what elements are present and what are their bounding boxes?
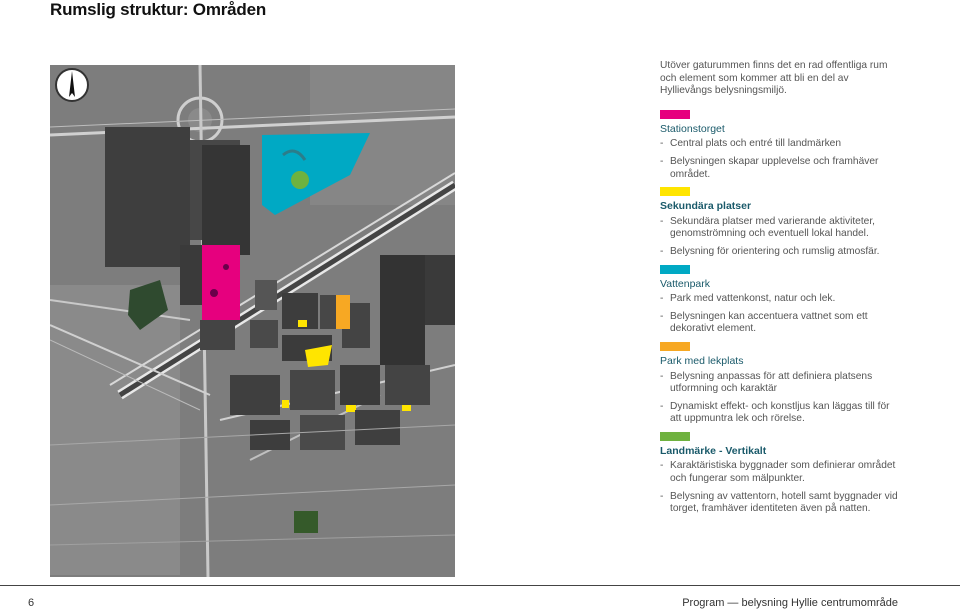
page-number: 6 xyxy=(28,597,35,609)
north-arrow-icon xyxy=(54,67,90,103)
footer-divider xyxy=(0,585,960,586)
legend-swatch xyxy=(660,109,690,119)
legend-item-text: Central plats och entré till landmärken xyxy=(670,138,842,150)
legend-item: - Belysningen skapar upplevelse och framh… xyxy=(660,156,900,181)
bullet-dash: - xyxy=(660,293,664,305)
legend-section-title: Park med lekplats xyxy=(660,354,744,367)
page-title: Rumslig struktur: Områden xyxy=(50,0,267,19)
legend-section: Stationstorget - Central plats och entré t… xyxy=(660,109,900,181)
bullet-dash: - xyxy=(660,370,664,382)
legend-item: - Central plats och entré till landmärken xyxy=(660,138,900,151)
legend-item-text: Park med vattenkonst, natur och lek. xyxy=(670,293,836,305)
legend-section: Vattenpark - Park med vattenkonst, natur o… xyxy=(660,264,900,336)
legend-item: - Belysningen kan accentuera vattnet som … xyxy=(660,311,900,336)
legend-section-title: Vattenpark xyxy=(660,277,711,290)
legend-item-text: Belysning för orientering och rumslig at… xyxy=(670,245,880,257)
footer-title: Program — belysning Hyllie centrumområde xyxy=(682,597,898,609)
legend-intro: Utöver gaturummen finns det en rad offen… xyxy=(660,60,888,97)
legend-swatch xyxy=(660,431,690,441)
legend-item-text: Dynamiskt effekt- och konstljus kan lägg… xyxy=(670,400,890,425)
legend-item: - Belysning anpassas för att definiera pl… xyxy=(660,371,900,396)
bullet-dash: - xyxy=(660,245,664,257)
legend-section: Landmärke - Vertikalt - Karaktäristiska by… xyxy=(660,431,900,516)
site-plan-map xyxy=(50,65,455,577)
bullet-dash: - xyxy=(660,310,664,322)
legend-item-text: Belysningen skapar upplevelse och framhä… xyxy=(670,155,879,180)
legend-swatch xyxy=(660,264,690,274)
bullet-dash: - xyxy=(660,138,664,150)
legend-item: - Karaktäristiska byggnader som definiera… xyxy=(660,460,900,485)
legend-section-title: Landmärke - Vertikalt xyxy=(660,444,767,457)
bullet-dash: - xyxy=(660,400,664,412)
legend-item-text: Belysning av vattentorn, hotell samt byg… xyxy=(670,490,898,515)
legend-item-text: Karaktäristiska byggnader som definierar… xyxy=(670,460,896,485)
legend-item-text: Sekundära platser med varierande aktivit… xyxy=(670,215,875,240)
legend-item: - Park med vattenkonst, natur och lek. xyxy=(660,293,900,306)
bullet-dash: - xyxy=(660,490,664,502)
legend-swatch xyxy=(660,187,690,197)
legend-panel: Utöver gaturummen finns det en rad offen… xyxy=(660,60,900,522)
bullet-dash: - xyxy=(660,215,664,227)
legend-sections: Stationstorget - Central plats och entré t… xyxy=(660,109,900,516)
bullet-dash: - xyxy=(660,155,664,167)
bullet-dash: - xyxy=(660,460,664,472)
legend-swatch xyxy=(660,341,690,351)
legend-section: Park med lekplats - Belysning anpassas för… xyxy=(660,341,900,426)
legend-item-text: Belysning anpassas för att definiera pla… xyxy=(670,370,873,395)
legend-item-text: Belysningen kan accentuera vattnet som e… xyxy=(670,310,868,335)
legend-item: - Sekundära platser med varierande aktivi… xyxy=(660,216,900,241)
legend-item: - Belysning av vattentorn, hotell samt by… xyxy=(660,491,900,516)
legend-item: - Belysning för orientering och rumslig a… xyxy=(660,246,900,259)
legend-section-title: Stationstorget xyxy=(660,122,725,135)
legend-item: - Dynamiskt effekt- och konstljus kan läg… xyxy=(660,401,900,426)
legend-section: Sekundära platser - Sekundära platser med … xyxy=(660,187,900,258)
map-drawing xyxy=(50,65,455,577)
legend-section-title: Sekundära platser xyxy=(660,200,752,213)
